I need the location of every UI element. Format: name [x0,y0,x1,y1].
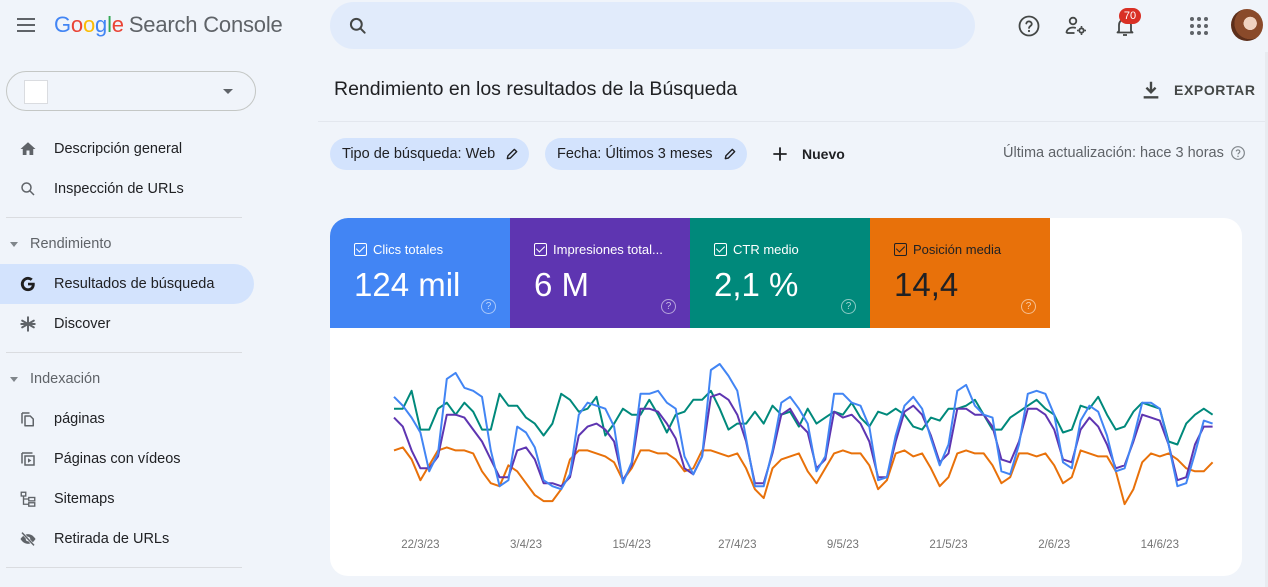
sidebar-item-label: Resultados de búsqueda [54,276,215,292]
performance-line-chart[interactable]: 22/3/23 3/4/23 15/4/23 27/4/23 9/5/23 21/5/23… [330,358,1242,576]
checkbox-checked-icon[interactable] [354,243,367,256]
help-icon[interactable]: ? [1021,299,1036,314]
metric-value: 14,4 [894,266,959,303]
page-title: Rendimiento en los resultados de la Búsq… [334,78,738,100]
filter-chip-label: Fecha: Últimos 3 meses [557,146,713,162]
metric-card-ctr[interactable]: CTR medio 2,1 % ? [690,218,870,328]
sidebar-divider [6,217,242,218]
pages-icon [21,412,34,427]
download-icon [1143,81,1159,99]
x-tick-label: 2/6/23 [1038,539,1070,551]
search-input[interactable] [382,12,952,40]
section-header-indexing[interactable]: Indexación [10,367,100,391]
x-tick-label: 27/4/23 [718,539,756,551]
property-favicon [24,80,48,104]
metric-card-clicks[interactable]: Clics totales 124 mil ? [330,218,510,328]
checkbox-checked-icon[interactable] [534,243,547,256]
filter-chip-label: Tipo de búsqueda: Web [342,146,496,162]
sidebar-item-video-pages[interactable]: Páginas con vídeos [0,439,254,479]
x-tick-label: 22/3/23 [401,539,439,551]
checkbox-checked-icon[interactable] [714,243,727,256]
help-icon[interactable]: ? [841,299,856,314]
dropdown-caret-icon [223,89,233,94]
search-icon [21,182,35,196]
search-bar[interactable] [330,2,975,49]
series-line-posición-media[interactable] [393,446,1214,506]
x-tick-label: 3/4/23 [510,539,542,551]
top-app-bar: Google Search Console 70 [0,0,1268,52]
account-avatar[interactable] [1231,9,1263,41]
metric-value: 124 mil [354,266,461,303]
help-icon[interactable] [1017,14,1041,38]
help-icon[interactable]: ? [661,299,676,314]
collapse-triangle-icon [10,376,18,382]
sidebar-item-sitemaps[interactable]: Sitemaps [0,479,254,519]
main-menu-icon[interactable] [14,14,38,38]
metric-card-impressions[interactable]: Impresiones total... 6 M ? [510,218,690,328]
sidebar-item-label: Retirada de URLs [54,531,170,547]
google-search-console-logo[interactable]: Google Search Console [54,12,283,38]
sidebar-item-search-results[interactable]: Resultados de búsqueda [0,264,254,304]
sidebar-item-overview[interactable]: Descripción general [0,129,254,169]
sidebar-item-removals[interactable]: Retirada de URLs [0,519,254,559]
sitemap-icon [20,491,36,507]
metric-value: 2,1 % [714,266,799,303]
sidebar-item-discover[interactable]: Discover [0,304,254,344]
product-name: Search Console [128,12,283,37]
sidebar-item-label: Sitemaps [54,491,115,507]
checkbox-checked-icon[interactable] [894,243,907,256]
metric-card-position[interactable]: Posición media 14,4 ? [870,218,1050,328]
header-divider [318,121,1268,122]
export-button[interactable]: EXPORTAR [1140,74,1256,106]
video-pages-icon [21,452,35,466]
last-update-text: Última actualización: hace 3 horas [1003,145,1246,161]
sidebar-item-pages[interactable]: páginas [0,399,254,439]
asterisk-icon [20,316,36,332]
sidebar-item-url-inspection[interactable]: Inspección de URLs [0,169,254,209]
edit-pencil-icon [724,148,735,160]
sidebar-item-label: Discover [54,316,111,332]
apps-grid-icon[interactable] [1187,14,1211,38]
x-tick-label: 15/4/23 [613,539,651,551]
sidebar-item-label: Páginas con vídeos [54,451,181,467]
property-selector[interactable] [6,71,256,111]
sidebar-divider [6,567,242,568]
google-g-icon [20,276,35,292]
metric-value: 6 M [534,266,590,303]
sidebar-item-label: Inspección de URLs [54,181,184,197]
search-icon [349,17,366,34]
visibility-off-icon [20,531,36,547]
help-icon[interactable] [1230,145,1246,161]
collapse-triangle-icon [10,241,18,247]
add-filter-button[interactable]: Nuevo [770,138,845,170]
x-tick-label: 21/5/23 [929,539,967,551]
section-header-performance[interactable]: Rendimiento [10,232,111,256]
home-icon [20,142,36,155]
help-icon[interactable]: ? [481,299,496,314]
performance-card: Clics totales 124 mil ? Impresiones tota… [330,218,1242,576]
filter-chip-search-type[interactable]: Tipo de búsqueda: Web [330,138,530,170]
plus-icon [773,147,787,161]
sidebar-divider [6,352,242,353]
sidebar-item-label: Descripción general [54,141,183,157]
sidebar-item-label: páginas [54,411,105,427]
x-tick-label: 9/5/23 [827,539,859,551]
x-tick-label: 14/6/23 [1141,539,1179,551]
edit-pencil-icon [506,148,518,160]
manage-users-icon[interactable] [1064,14,1088,38]
filter-chip-date[interactable]: Fecha: Últimos 3 meses [545,138,747,170]
notification-count-badge: 70 [1119,8,1141,24]
